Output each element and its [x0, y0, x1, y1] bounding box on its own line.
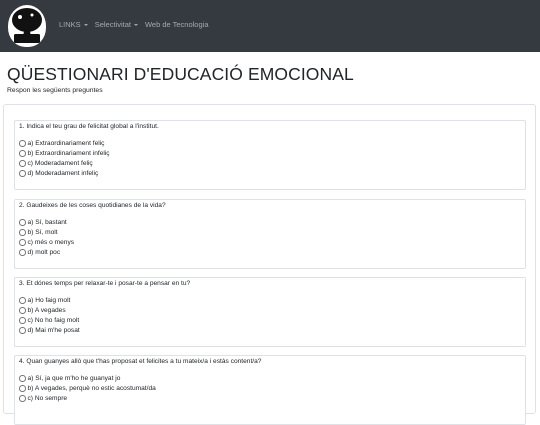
question-text: 2. Gaudeixes de les coses quotidianes de…: [19, 202, 166, 209]
option-label: b) A vegades, perquè no estic acostumat/…: [27, 385, 156, 392]
question-text: 3. Et dónes temps per relaxar-te i posar…: [19, 280, 191, 287]
nav-link-label: LINKS: [59, 20, 81, 29]
answer-option[interactable]: c) No sempre: [19, 395, 67, 402]
questionnaire-container: 1. Indica el teu grau de felicitat globa…: [3, 104, 536, 425]
radio-button[interactable]: [19, 375, 26, 382]
option-label: b) Sí, molt: [27, 229, 58, 236]
answer-option[interactable]: d) Moderadament infeliç: [19, 170, 98, 177]
radio-button[interactable]: [19, 327, 26, 334]
option-label: a) Sí, ja que m'ho he guanyat jo: [27, 375, 121, 382]
question-card: 1. Indica el teu grau de felicitat globa…: [14, 120, 526, 190]
option-label: c) No ho faig molt: [27, 317, 80, 324]
radio-button[interactable]: [19, 150, 26, 157]
option-label: d) molt poc: [27, 249, 61, 256]
nav-link-label: Web de Tecnologia: [144, 20, 209, 29]
nav-menu: LINKS Selectivitat Web de Tecnologia: [59, 20, 216, 29]
radio-button[interactable]: [19, 297, 26, 304]
option-label: c) No sempre: [27, 395, 68, 402]
question-text: 4. Quan guanyes allò que t'has proposat …: [19, 358, 262, 365]
option-label: a) Extraordinariament feliç: [27, 140, 105, 147]
answer-option[interactable]: a) Sí, bastant: [19, 219, 67, 226]
nav-link-label: Selectivitat: [94, 20, 131, 29]
page-subtitle: Respon les següents preguntes: [7, 87, 103, 94]
answer-option[interactable]: b) A vegades: [19, 307, 66, 314]
radio-button[interactable]: [19, 140, 26, 147]
answer-option[interactable]: d) molt poc: [19, 249, 60, 256]
answer-option[interactable]: c) No ho faig molt: [19, 317, 79, 324]
radio-button[interactable]: [19, 317, 26, 324]
navbar: LINKS Selectivitat Web de Tecnologia: [0, 0, 540, 52]
answer-option[interactable]: b) Extraordinariament infeliç: [19, 150, 110, 157]
answer-option[interactable]: c) més o menys: [19, 239, 74, 246]
option-label: b) A vegades: [27, 307, 66, 314]
question-card: 4. Quan guanyes allò que t'has proposat …: [14, 355, 526, 425]
radio-button[interactable]: [19, 229, 26, 236]
answer-option[interactable]: a) Sí, ja que m'ho he guanyat jo: [19, 375, 120, 382]
tree-logo-icon: [12, 8, 42, 43]
option-label: a) Sí, bastant: [27, 219, 67, 226]
answer-option[interactable]: c) Moderadament feliç: [19, 160, 93, 167]
radio-button[interactable]: [19, 307, 26, 314]
answer-option[interactable]: a) Extraordinariament feliç: [19, 140, 104, 147]
radio-button[interactable]: [19, 249, 26, 256]
option-label: d) Mai m'he posat: [27, 327, 80, 334]
option-label: b) Extraordinariament infeliç: [27, 150, 110, 157]
option-label: c) Moderadament feliç: [27, 160, 93, 167]
radio-button[interactable]: [19, 170, 26, 177]
radio-button[interactable]: [19, 395, 26, 402]
page-title: QÜESTIONARI D'EDUCACIÓ EMOCIONAL: [7, 64, 354, 84]
radio-button[interactable]: [19, 160, 26, 167]
option-label: a) Ho faig molt: [27, 297, 71, 304]
radio-button[interactable]: [19, 239, 26, 246]
answer-option[interactable]: b) A vegades, perquè no estic acostumat/…: [19, 385, 156, 392]
nav-selectivitat-dropdown[interactable]: Selectivitat: [95, 20, 138, 29]
answer-option[interactable]: a) Ho faig molt: [19, 297, 70, 304]
question-text: 1. Indica el teu grau de felicitat globa…: [19, 123, 159, 130]
option-label: d) Moderadament infeliç: [27, 170, 99, 177]
radio-button[interactable]: [19, 219, 26, 226]
question-card: 2. Gaudeixes de les coses quotidianes de…: [14, 199, 526, 269]
nav-web-tecnologia-link[interactable]: Web de Tecnologia: [145, 20, 209, 29]
caret-down-icon: [83, 23, 88, 26]
logo[interactable]: [8, 5, 46, 47]
option-label: c) més o menys: [27, 239, 75, 246]
answer-option[interactable]: d) Mai m'he posat: [19, 327, 80, 334]
radio-button[interactable]: [19, 385, 26, 392]
answer-option[interactable]: b) Sí, molt: [19, 229, 58, 236]
question-card: 3. Et dónes temps per relaxar-te i posar…: [14, 277, 526, 347]
nav-links-dropdown[interactable]: LINKS: [59, 20, 88, 29]
caret-down-icon: [133, 23, 138, 26]
